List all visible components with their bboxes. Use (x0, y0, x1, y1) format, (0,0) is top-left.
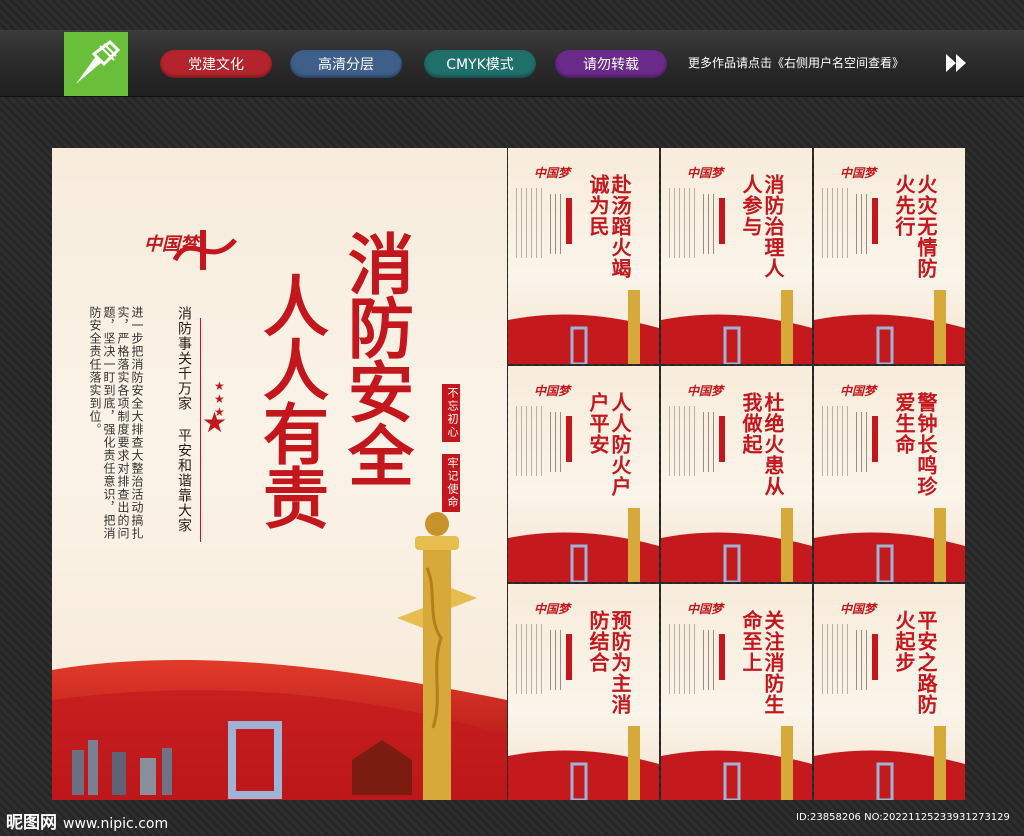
brush-logo-icon (172, 230, 237, 270)
tag-label: CMYK模式 (446, 57, 514, 73)
card-footer-art (508, 726, 659, 800)
card-seal (566, 634, 572, 680)
card-text-lines (822, 188, 852, 258)
tag-label: 高清分层 (318, 57, 374, 73)
card-text-lines (669, 624, 699, 694)
card-footer-art (508, 508, 659, 582)
card-seal (566, 198, 572, 244)
card-footer-art (814, 726, 965, 800)
card-seal (719, 416, 725, 462)
divider-line (200, 318, 201, 542)
card-logo: 中国梦 (534, 166, 571, 180)
card-text-lines (822, 406, 852, 476)
huabiao-pillar (397, 512, 477, 800)
card-logo: 中国梦 (534, 384, 571, 398)
pen-tool-icon (76, 40, 121, 84)
card-text-lines (856, 412, 870, 472)
card-seal (872, 198, 878, 244)
seal-badge: 不忘初心 (442, 384, 460, 442)
card-seal (719, 198, 725, 244)
poster-card[interactable]: 中国梦 火灾无情防火先行 (814, 148, 965, 364)
card-text-lines (550, 412, 564, 472)
card-seal (719, 634, 725, 680)
card-title: 人人防火户户平安 (586, 392, 632, 497)
card-logo: 中国梦 (687, 602, 724, 616)
card-logo: 中国梦 (534, 602, 571, 616)
card-text-lines (516, 406, 546, 476)
card-footer-art (661, 290, 812, 364)
poster-card[interactable]: 中国梦 平安之路防火起步 (814, 584, 965, 800)
card-title: 火灾无情防火先行 (892, 174, 938, 279)
poster-card[interactable]: 中国梦 关注消防生命至上 (661, 584, 812, 800)
card-title: 平安之路防火起步 (892, 610, 938, 715)
tag-party-culture[interactable]: 党建文化 (160, 50, 272, 78)
card-seal (872, 416, 878, 462)
card-seal (872, 634, 878, 680)
card-title: 预防为主消防结合 (586, 610, 632, 715)
tag-hd-layers[interactable]: 高清分层 (290, 50, 402, 78)
card-logo: 中国梦 (840, 384, 877, 398)
poster-card[interactable]: 中国梦 预防为主消防结合 (508, 584, 659, 800)
card-text-lines (703, 412, 717, 472)
image-id-text: ID:23858206 NO:20221125233931273129 (796, 812, 1010, 823)
tag-label: 党建文化 (188, 57, 244, 73)
card-logo: 中国梦 (687, 384, 724, 398)
card-text-lines (669, 188, 699, 258)
seal-badge: 牢记使命 (442, 454, 460, 512)
watermark-site: 昵图网 www.nipic.com (6, 808, 168, 833)
card-title: 消防治理人人参与 (739, 174, 785, 279)
card-footer-art (814, 508, 965, 582)
main-title-line1: 消防安全 (337, 230, 415, 486)
card-text-lines (550, 630, 564, 690)
site-logo[interactable] (64, 32, 128, 96)
card-logo: 中国梦 (687, 166, 724, 180)
card-title: 警钟长鸣珍爱生命 (892, 392, 938, 497)
card-text-lines (822, 624, 852, 694)
poster-card[interactable]: 中国梦 消防治理人人参与 (661, 148, 812, 364)
card-title: 杜绝火患从我做起 (739, 392, 785, 497)
more-works-link[interactable]: 更多作品请点击《右侧用户名空间查看》 (688, 54, 904, 71)
tag-label: 请勿转载 (583, 57, 639, 73)
poster-card[interactable]: 中国梦 赴汤蹈火竭诚为民 (508, 148, 659, 364)
site-name: 昵图网 (6, 813, 57, 833)
poster-card[interactable]: 中国梦 杜绝火患从我做起 (661, 366, 812, 582)
card-footer-art (814, 290, 965, 364)
card-seal (566, 416, 572, 462)
card-title: 赴汤蹈火竭诚为民 (586, 174, 632, 279)
card-text-lines (516, 624, 546, 694)
main-subtitle: 消防事关千万家 平安和谐靠大家 (176, 306, 192, 533)
main-poster: 中国梦 消防安全 人人有责 消防事关千万家 平安和谐靠大家 进一步把消防安全大排… (52, 148, 507, 800)
card-text-lines (516, 188, 546, 258)
card-text-lines (550, 194, 564, 254)
card-footer-art (508, 290, 659, 364)
card-text-lines (703, 194, 717, 254)
tag-no-repost[interactable]: 请勿转载 (555, 50, 667, 78)
main-title-line2: 人人有责 (252, 272, 330, 528)
card-text-lines (856, 194, 870, 254)
card-footer-art (661, 726, 812, 800)
card-text-lines (856, 630, 870, 690)
card-text-lines (703, 630, 717, 690)
card-logo: 中国梦 (840, 602, 877, 616)
tag-cmyk[interactable]: CMYK模式 (424, 50, 536, 78)
star-icon: ★ (202, 406, 228, 439)
site-url[interactable]: www.nipic.com (63, 816, 168, 832)
poster-board: 中国梦 消防安全 人人有责 消防事关千万家 平安和谐靠大家 进一步把消防安全大排… (52, 148, 966, 800)
card-title: 关注消防生命至上 (739, 610, 785, 715)
poster-card[interactable]: 中国梦 警钟长鸣珍爱生命 (814, 366, 965, 582)
double-arrow-icon[interactable] (944, 52, 970, 78)
card-footer-art (661, 508, 812, 582)
card-logo: 中国梦 (840, 166, 877, 180)
main-body-text: 进一步把消防安全大排查大整治活动搞扎实，严格落实各项制度要求对排查出的问题，坚决… (88, 306, 144, 540)
poster-card[interactable]: 中国梦 人人防火户户平安 (508, 366, 659, 582)
card-text-lines (669, 406, 699, 476)
